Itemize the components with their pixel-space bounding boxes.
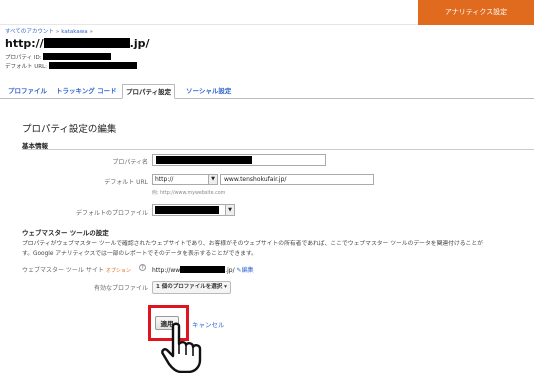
protocol-value: http:// — [155, 176, 174, 183]
site-suffix: .jp/ — [225, 267, 235, 274]
redacted-property-id — [43, 53, 112, 60]
webmaster-site-value: http://ww .jp/ ✎編集 — [152, 265, 254, 274]
default-profile-select[interactable]: ▼ — [152, 204, 235, 216]
tab-property-settings[interactable]: プロパティ設定 — [122, 84, 176, 99]
default-url-label: デフォルト URL — [104, 179, 148, 186]
redacted-site — [180, 266, 226, 273]
webmaster-site-label-row: ウェブマスター ツール サイト オプション — [22, 265, 131, 274]
property-id-row: プロパティ ID: — [5, 53, 112, 61]
property-id-label: プロパティ ID: — [5, 55, 42, 61]
tab-tracking-code[interactable]: トラッキング コード — [53, 84, 120, 99]
redacted-domain — [43, 38, 130, 48]
optional-badge: オプション — [105, 268, 131, 274]
default-url-meta-label: デフォルト URL: — [5, 64, 48, 70]
url-hint: 例: http://www.mywebsite.com — [152, 191, 226, 196]
webmaster-site-label: ウェブマスター ツール サイト — [22, 267, 104, 274]
protocol-select[interactable]: http:// ▼ — [152, 174, 218, 185]
page-title: http:// .jp/ — [5, 37, 150, 50]
webmaster-description-line2: す。Google アナリティクスでは一部のレポートでそのデータを表示することがで… — [22, 251, 257, 257]
edit-link[interactable]: 編集 — [242, 267, 254, 274]
chevron-down-icon: ▼ — [208, 175, 217, 184]
breadcrumb-account[interactable]: katakawa — [61, 29, 87, 35]
divider — [22, 149, 534, 150]
active-profile-label: 有効なプロファイル — [93, 285, 148, 292]
breadcrumb-separator-2: » — [89, 29, 93, 35]
breadcrumb-separator: » — [55, 29, 60, 35]
property-name-input[interactable] — [152, 154, 326, 166]
breadcrumb-all-accounts[interactable]: すべてのアカウント — [5, 29, 54, 35]
profile-select-label: 1 個のプロファイルを選択 — [156, 284, 223, 290]
webmaster-description-line1: プロパティがウェブマスター ツールで確認されたウェブサイトであり、お客様がそのウ… — [22, 241, 483, 247]
edit-heading: プロパティ設定の編集 — [22, 124, 117, 135]
default-profile-label: デフォルトのプロファイル — [75, 210, 148, 217]
help-icon[interactable]: ? — [139, 264, 146, 271]
default-url-row: デフォルト URL: — [5, 62, 137, 70]
redacted-property-name — [156, 156, 252, 164]
title-prefix: http:// — [5, 37, 44, 50]
hand-pointer-icon — [161, 322, 202, 373]
tab-profile[interactable]: プロファイル — [5, 84, 50, 99]
profile-select-button[interactable]: 1 個のプロファイルを選択 ▾ — [152, 281, 231, 294]
default-url-input[interactable]: www.tenshokufair.jp/ — [220, 174, 374, 185]
analytics-settings-button[interactable]: アナリティクス設定 — [418, 0, 534, 25]
site-prefix: http://ww — [152, 267, 181, 274]
webmaster-heading: ウェブマスター ツールの設定 — [22, 229, 109, 237]
chevron-down-icon: ▾ — [224, 284, 227, 290]
breadcrumb: すべてのアカウント» katakawa» — [5, 27, 95, 35]
property-name-label: プロパティ名 — [112, 159, 148, 166]
tab-social-settings[interactable]: ソーシャル設定 — [183, 84, 234, 99]
redacted-default-url — [48, 62, 137, 69]
redacted-default-profile — [155, 206, 219, 214]
title-suffix: .jp/ — [129, 37, 150, 50]
chevron-down-icon: ▼ — [225, 205, 234, 215]
